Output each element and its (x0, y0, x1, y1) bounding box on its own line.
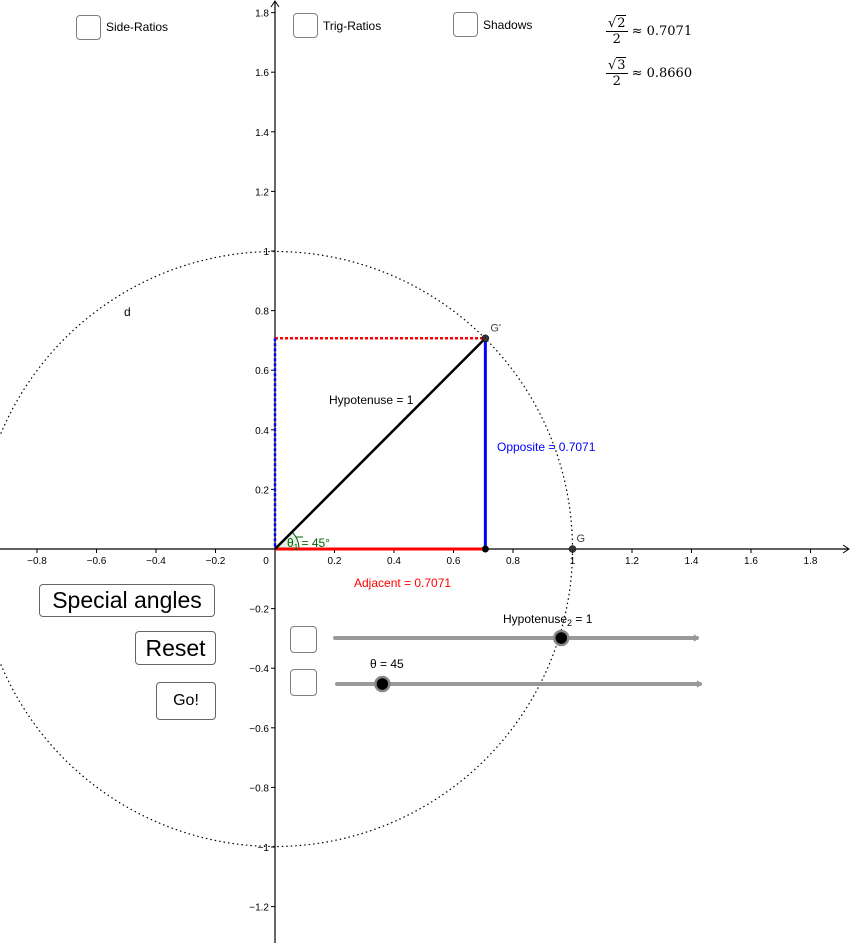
theta-slider-label: θ = 45 (370, 657, 404, 671)
hypotenuse-label: Hypotenuse = 1 (329, 393, 414, 407)
approx-value: ≈ 0.8660 (631, 66, 693, 81)
adjacent-label: Adjacent = 0.7071 (354, 576, 451, 590)
x-tick-label: 1.6 (744, 556, 758, 567)
y-tick-label: −0.8 (249, 783, 269, 794)
hypotenuse-slider-checkbox[interactable] (290, 626, 317, 653)
y-tick-label: 0.2 (255, 485, 269, 496)
x-tick-label: −0.4 (146, 556, 166, 567)
hypotenuse-side (274, 337, 487, 550)
shadows-checkbox[interactable] (453, 12, 478, 37)
radicand: 3 (616, 57, 626, 73)
denominator: 2 (612, 74, 621, 89)
circle-label: d (124, 305, 131, 319)
y-tick-label: −0.6 (249, 724, 269, 735)
hypotenuse-slider-label: Hypotenuse2 = 1 (503, 612, 593, 628)
side-ratios-checkbox[interactable] (76, 15, 101, 40)
approx-value: ≈ 0.7071 (631, 24, 693, 39)
slider-value: = 45 (377, 657, 404, 671)
theta-slider-handle[interactable] (374, 675, 391, 693)
x-tick-label: −0.2 (206, 556, 226, 567)
trig-ratios-label: Trig-Ratios (323, 19, 382, 33)
y-tick-label: 1 (263, 247, 269, 258)
radicand: 2 (616, 15, 626, 31)
x-tick-label: 0 (263, 556, 269, 567)
x-tick-label: 1 (570, 556, 576, 567)
angle-label: θ1 = 45° (287, 536, 330, 552)
y-tick-label: −0.4 (249, 664, 269, 675)
x-tick-label: −0.6 (87, 556, 107, 567)
side-ratios-label: Side-Ratios (106, 20, 169, 34)
shadows-label: Shadows (483, 18, 533, 32)
x-tick-label: 1.8 (804, 556, 818, 567)
x-tick-label: 0.6 (447, 556, 461, 567)
graphics-view[interactable]: −0.8 −0.6 −0.4 −0.2 0 0.2 0.4 0.6 0.8 1 1.2 1.4 1.6 1… (0, 0, 852, 943)
go-button[interactable]: Go! (156, 682, 216, 720)
y-tick-label: −1 (258, 843, 270, 854)
point-g (568, 545, 577, 553)
y-tick-label: 0.4 (255, 426, 269, 437)
y-tick-label: 1.4 (255, 128, 269, 139)
hypotenuse-slider-handle[interactable] (553, 629, 570, 647)
opposite-label: Opposite = 0.7071 (497, 440, 596, 454)
y-tick-label: 1.2 (255, 187, 269, 198)
point-g-prime-label: G' (490, 322, 501, 334)
angle-value: = 45° (298, 536, 330, 550)
y-tick-label: 1.8 (255, 9, 269, 20)
slider-name: Hypotenuse (503, 612, 567, 626)
reset-button[interactable]: Reset (135, 631, 216, 665)
y-tick-label: 1.6 (255, 68, 269, 79)
sqrt3-formula: √3 2 ≈ 0.8660 (606, 57, 693, 89)
x-tick-label: −0.8 (27, 556, 47, 567)
x-tick-label: 0.4 (387, 556, 401, 567)
slider-value: = 1 (572, 612, 593, 626)
y-tick-label: −0.2 (249, 605, 269, 616)
theta-slider-checkbox[interactable] (290, 669, 317, 696)
x-tick-label: 1.4 (685, 556, 699, 567)
trig-ratios-checkbox[interactable] (293, 13, 318, 38)
point-foot (481, 545, 489, 553)
point-g-label: G (577, 533, 586, 545)
x-tick-label: 1.2 (625, 556, 639, 567)
sqrt2-formula: √2 2 ≈ 0.7071 (606, 15, 693, 47)
denominator: 2 (612, 32, 621, 47)
y-tick-label: −1.2 (249, 903, 269, 914)
point-g-prime (481, 334, 490, 343)
y-tick-label: 0.6 (255, 366, 269, 377)
y-tick-label: 0.8 (255, 307, 269, 318)
x-tick-label: 0.8 (506, 556, 520, 567)
x-tick-label: 0.2 (328, 556, 342, 567)
special-angles-button[interactable]: Special angles (39, 584, 215, 617)
